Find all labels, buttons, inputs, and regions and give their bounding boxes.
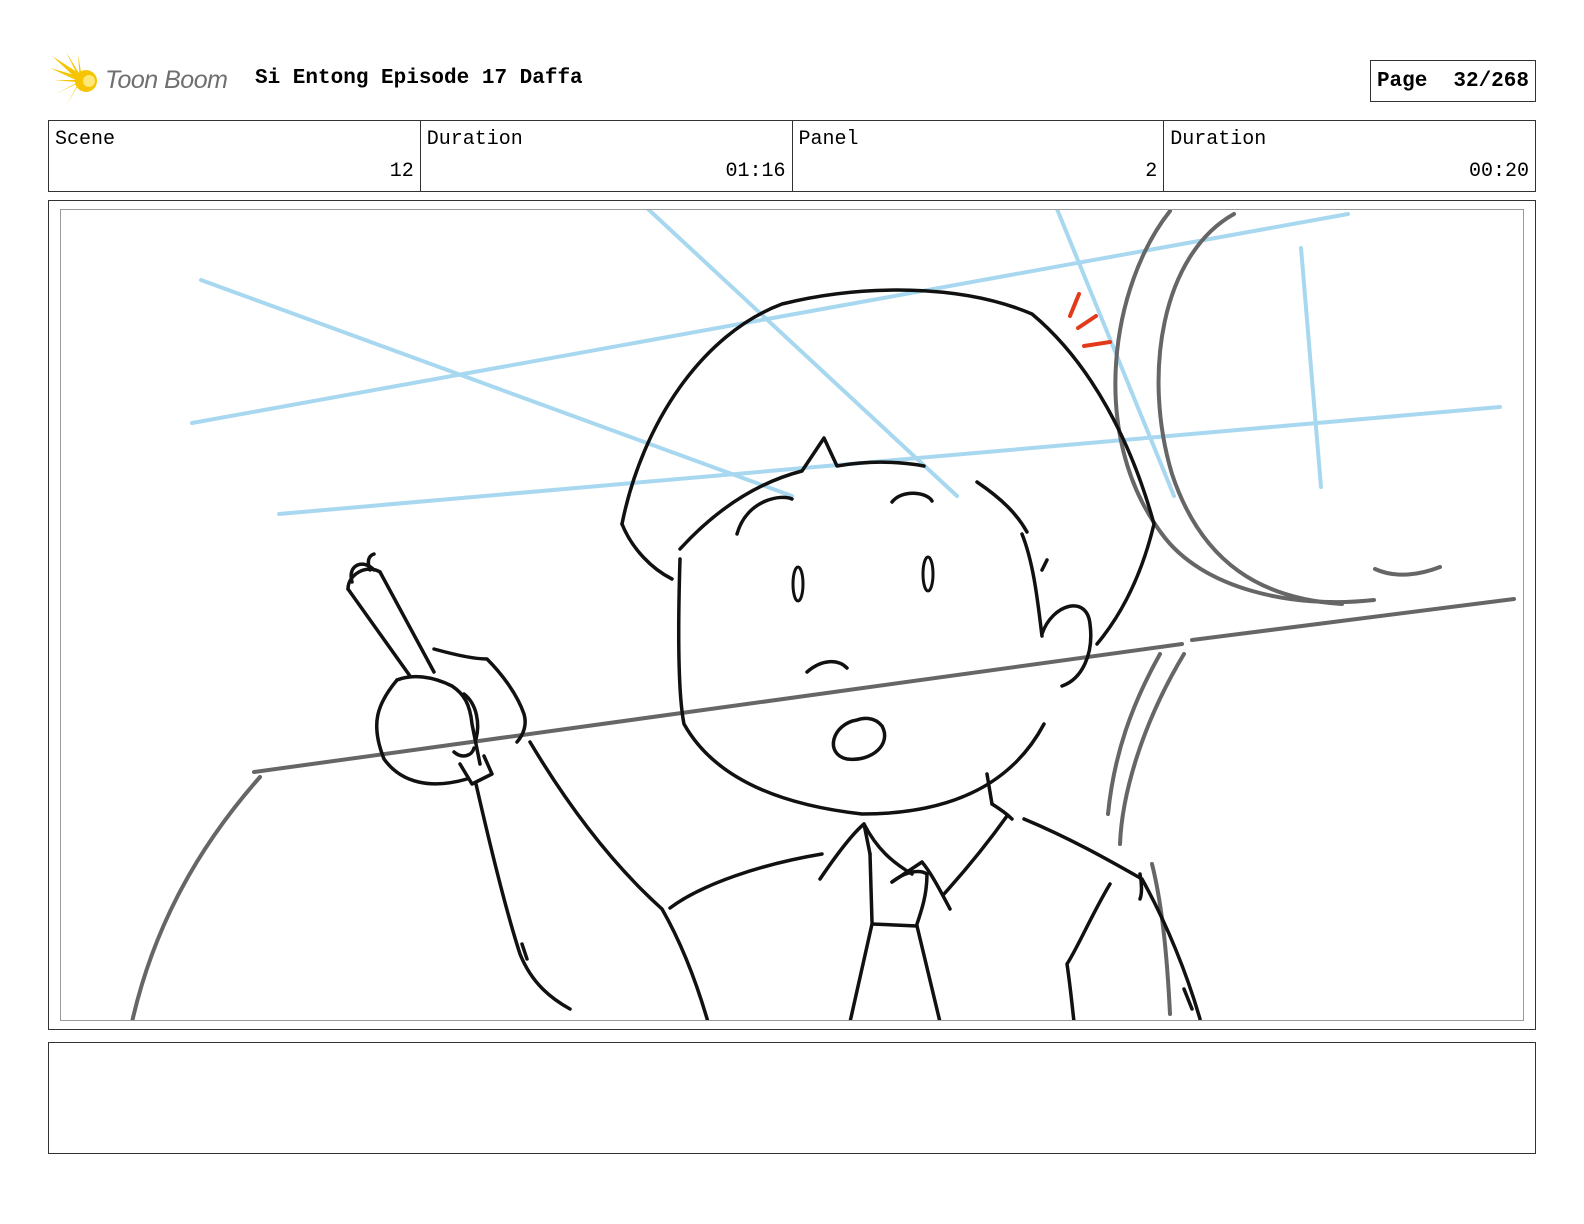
toon-boom-logo: Toon Boom: [50, 52, 250, 108]
panel-notes-box: [48, 1042, 1536, 1154]
scene-cell: Scene 12: [49, 121, 421, 191]
character-ink: [346, 288, 1202, 1020]
panel-duration-label: Duration: [1170, 128, 1267, 151]
panel-label: Panel: [798, 128, 859, 151]
panel-drawing-area: [60, 209, 1524, 1021]
storyboard-header: Toon Boom Si Entong Episode 17 Daffa Pag…: [50, 52, 1536, 112]
page-indicator: Page 32/268: [1369, 60, 1536, 102]
toon-boom-logo-icon: [50, 52, 97, 106]
storyboard-sketch: [130, 210, 1516, 1020]
panel-duration-cell: Duration 00:20: [1164, 121, 1535, 191]
logo-text: Toon Boom: [105, 66, 228, 94]
panel-cell: Panel 2: [793, 121, 1165, 191]
page-label: Page: [1376, 69, 1428, 93]
scene-duration-value: 01:16: [725, 160, 786, 183]
scene-info-row: Scene 12 Duration 01:16 Panel 2 Duration…: [48, 120, 1536, 192]
scene-label: Scene: [55, 128, 116, 151]
panel-frame: [48, 200, 1536, 1030]
scene-duration-label: Duration: [426, 128, 523, 151]
panel-duration-value: 00:20: [1468, 160, 1529, 183]
scene-number: 12: [389, 160, 414, 183]
document-title: Si Entong Episode 17 Daffa: [255, 67, 583, 90]
perspective-guide-lines: [190, 210, 1502, 516]
scene-duration-cell: Duration 01:16: [421, 121, 793, 191]
panel-number: 2: [1145, 160, 1158, 183]
page-number: 32/268: [1453, 69, 1529, 93]
